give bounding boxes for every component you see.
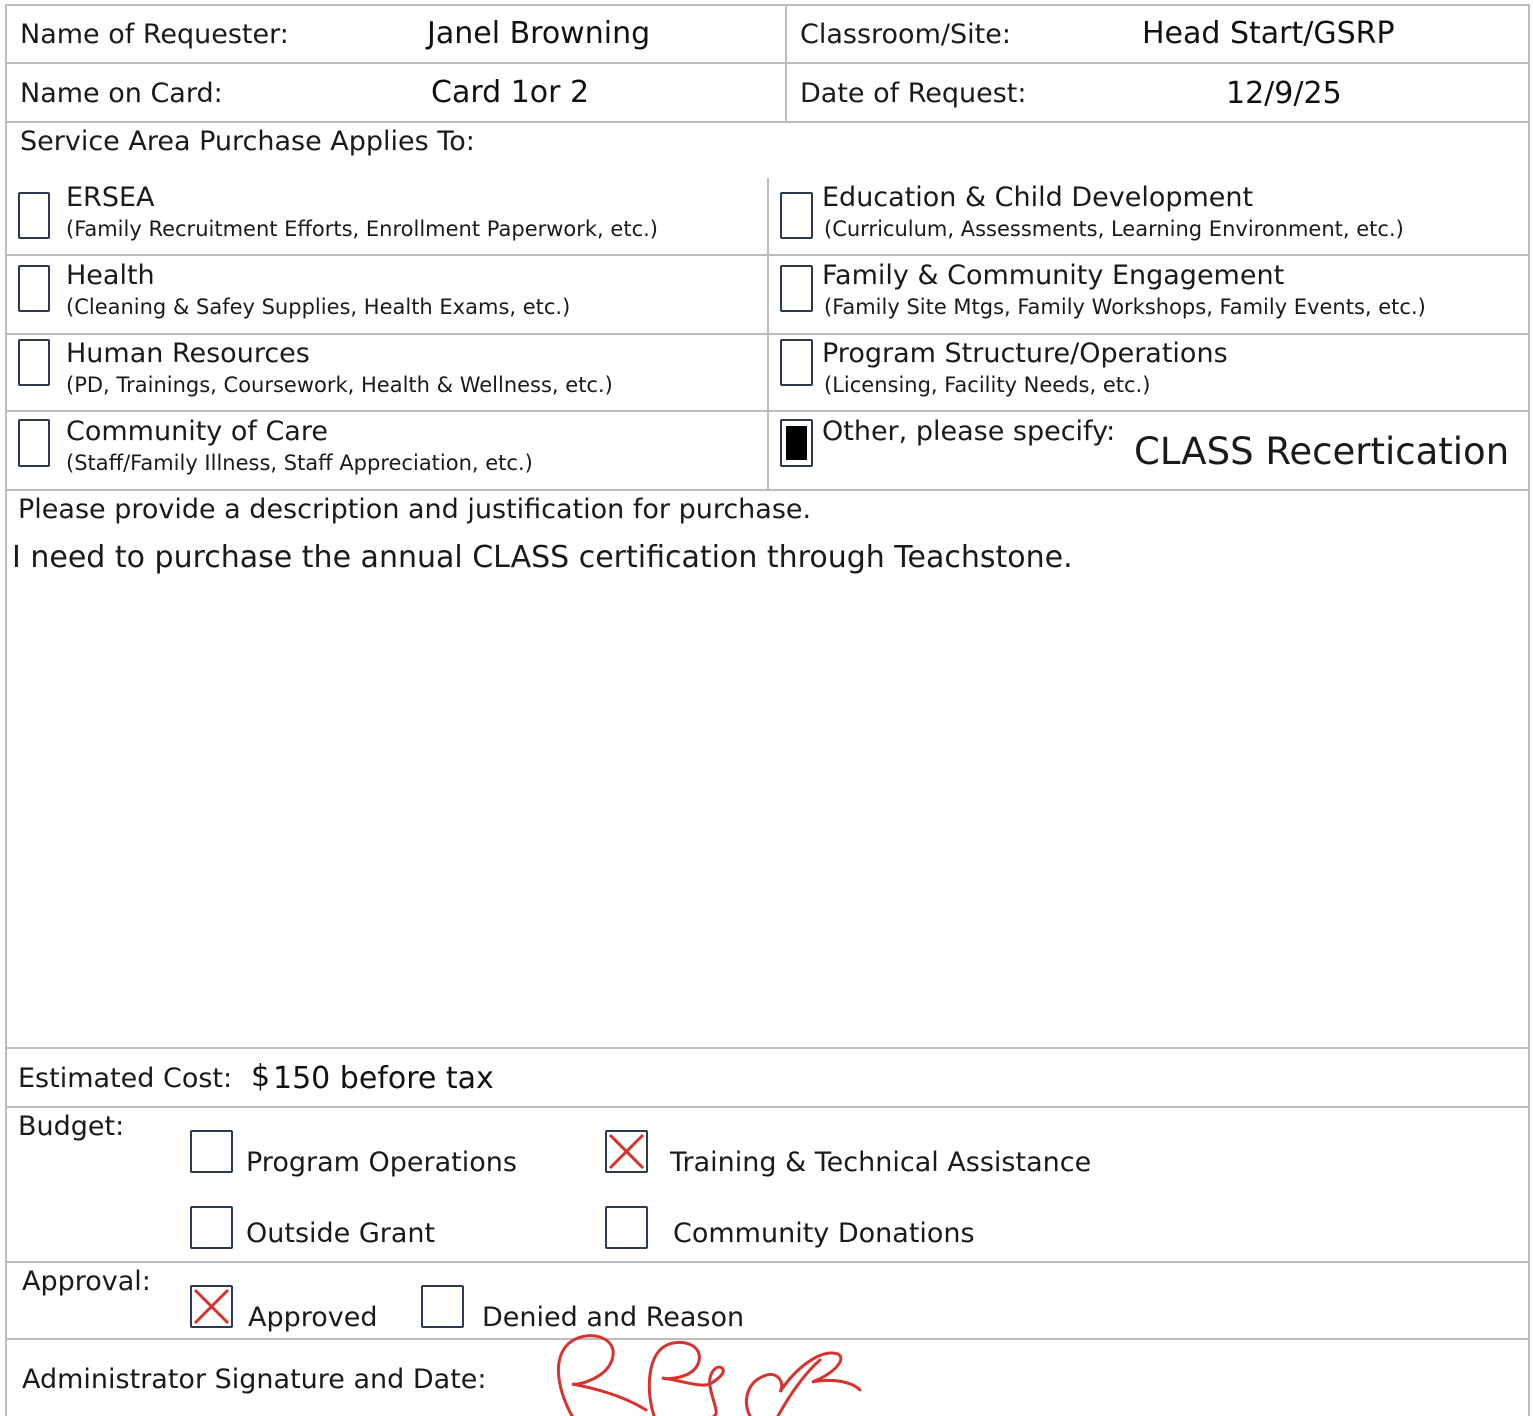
education-subtitle: (Curriculum, Assessments, Learning Envir… — [824, 217, 1404, 241]
community-donations-label: Community Donations — [673, 1218, 975, 1249]
x-mark-icon — [608, 1133, 645, 1170]
approved-label: Approved — [248, 1302, 378, 1333]
signature-label: Administrator Signature and Date: — [22, 1364, 487, 1395]
other-title: Other, please specify: — [822, 416, 1116, 447]
other-checkbox[interactable] — [780, 419, 813, 467]
health-title: Health — [66, 260, 155, 291]
ersea-subtitle: (Family Recruitment Efforts, Enrollment … — [66, 217, 658, 241]
date-label: Date of Request: — [800, 78, 1027, 109]
program-structure-title: Program Structure/Operations — [822, 338, 1228, 369]
ersea-checkbox[interactable] — [18, 192, 50, 239]
estimated-cost-label: Estimated Cost: — [18, 1063, 233, 1094]
human-resources-subtitle: (PD, Trainings, Coursework, Health & Wel… — [66, 373, 613, 397]
site-label: Classroom/Site: — [800, 19, 1011, 50]
outside-grant-checkbox[interactable] — [190, 1206, 233, 1249]
program-operations-label: Program Operations — [246, 1147, 517, 1178]
human-resources-checkbox[interactable] — [18, 339, 50, 386]
ersea-title: ERSEA — [66, 182, 155, 213]
signature-drawing — [556, 1334, 862, 1416]
program-operations-checkbox[interactable] — [190, 1130, 233, 1173]
site-value[interactable]: Head Start/GSRP — [1142, 19, 1395, 49]
other-checkbox-fill — [786, 426, 807, 460]
community-of-care-title: Community of Care — [66, 416, 328, 447]
education-checkbox[interactable] — [780, 192, 813, 239]
requester-label: Name of Requester: — [20, 19, 289, 50]
health-subtitle: (Cleaning & Safey Supplies, Health Exams… — [66, 295, 571, 319]
family-engagement-subtitle: (Family Site Mtgs, Family Workshops, Fam… — [824, 295, 1426, 319]
training-technical-assistance-checkbox[interactable] — [605, 1130, 648, 1173]
family-engagement-title: Family & Community Engagement — [822, 260, 1285, 291]
outside-grant-label: Outside Grant — [246, 1218, 436, 1249]
family-engagement-checkbox[interactable] — [780, 265, 813, 312]
approved-checkbox[interactable] — [190, 1285, 233, 1328]
community-of-care-subtitle: (Staff/Family Illness, Staff Appreciatio… — [66, 451, 533, 475]
estimated-cost-value[interactable]: 150 before tax — [273, 1064, 494, 1094]
education-title: Education & Child Development — [822, 182, 1254, 213]
currency-symbol: $ — [251, 1059, 271, 1094]
health-checkbox[interactable] — [18, 265, 50, 312]
training-technical-assistance-label: Training & Technical Assistance — [670, 1147, 1092, 1178]
description-text[interactable]: I need to purchase the annual CLASS cert… — [12, 543, 1073, 573]
community-of-care-checkbox[interactable] — [18, 419, 50, 467]
denied-label: Denied and Reason — [482, 1302, 745, 1333]
requester-value[interactable]: Janel Browning — [427, 19, 650, 49]
other-specify-value[interactable]: CLASS Recertication — [1134, 433, 1509, 470]
program-structure-subtitle: (Licensing, Facility Needs, etc.) — [824, 373, 1151, 397]
service-area-heading: Service Area Purchase Applies To: — [20, 126, 475, 157]
budget-label: Budget: — [18, 1111, 125, 1142]
description-prompt: Please provide a description and justifi… — [18, 494, 812, 525]
denied-checkbox[interactable] — [421, 1285, 464, 1328]
approval-label: Approval: — [22, 1266, 151, 1297]
program-structure-checkbox[interactable] — [780, 339, 813, 386]
community-donations-checkbox[interactable] — [605, 1206, 648, 1249]
human-resources-title: Human Resources — [66, 338, 310, 369]
card-label: Name on Card: — [20, 78, 223, 109]
card-value[interactable]: Card 1or 2 — [431, 78, 589, 108]
date-value[interactable]: 12/9/25 — [1226, 79, 1342, 109]
x-mark-icon — [193, 1288, 230, 1325]
